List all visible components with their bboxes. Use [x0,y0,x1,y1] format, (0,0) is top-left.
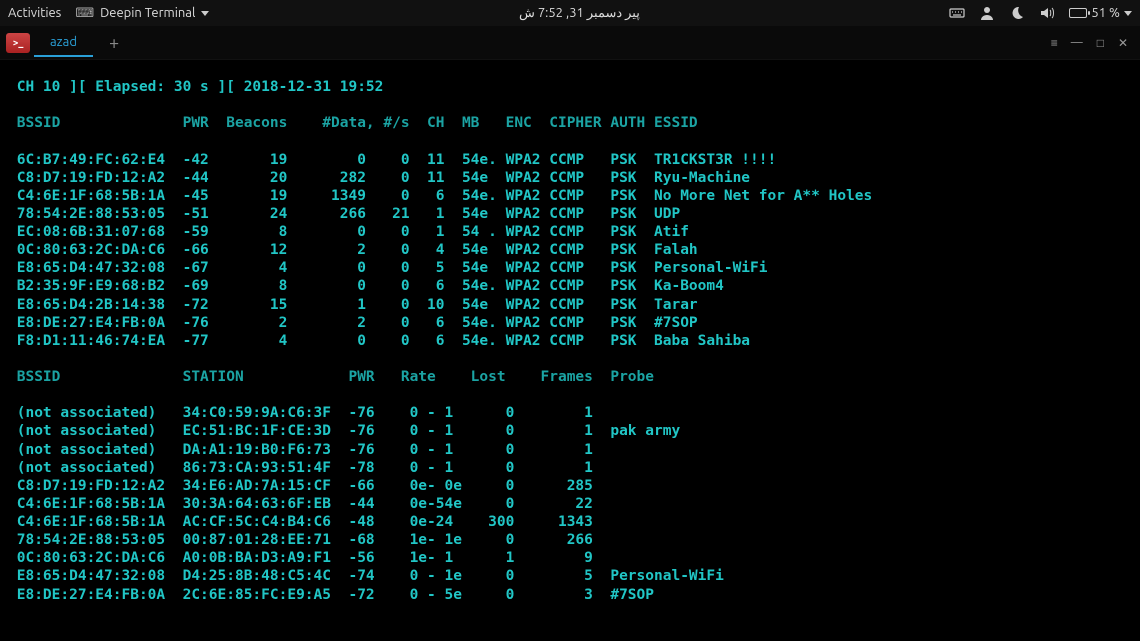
terminal-line: (not associated) 86:73:CA:93:51:4F -78 0… [8,459,1132,477]
terminal-line: CH 10 ][ Elapsed: 30 s ][ 2018-12-31 19:… [8,78,1132,96]
terminal-tabbar: >_ azad + ≡ — □ ✕ [0,26,1140,60]
terminal-output[interactable]: CH 10 ][ Elapsed: 30 s ][ 2018-12-31 19:… [0,60,1140,604]
user-icon[interactable] [979,5,995,21]
terminal-line: 6C:B7:49:FC:62:E4 -42 19 0 0 11 54e. WPA… [8,151,1132,169]
window-minimize-button[interactable]: — [1071,36,1083,49]
terminal-line: 78:54:2E:88:53:05 00:87:01:28:EE:71 -68 … [8,531,1132,549]
terminal-line: 0C:80:63:2C:DA:C6 A0:0B:BA:D3:A9:F1 -56 … [8,549,1132,567]
terminal-line: BSSID STATION PWR Rate Lost Frames Probe [8,368,1132,386]
terminal-line: BSSID PWR Beacons #Data, #/s CH MB ENC C… [8,114,1132,132]
clock-label[interactable]: پیر دسمبر 31, 7:52 ش [519,6,640,21]
terminal-line: 78:54:2E:88:53:05 -51 24 266 21 1 54e WP… [8,205,1132,223]
terminal-line [8,96,1132,114]
night-mode-icon[interactable] [1009,5,1025,21]
terminal-line [8,350,1132,368]
window-close-button[interactable]: ✕ [1118,36,1128,50]
terminal-line: (not associated) DA:A1:19:B0:F6:73 -76 0… [8,441,1132,459]
terminal-line [8,132,1132,150]
battery-icon [1069,8,1087,18]
terminal-line: E8:65:D4:47:32:08 D4:25:8B:48:C5:4C -74 … [8,567,1132,585]
volume-icon[interactable] [1039,5,1055,21]
battery-pct-label: 51 % [1091,6,1120,20]
terminal-line: C4:6E:1F:68:5B:1A 30:3A:64:63:6F:EB -44 … [8,495,1132,513]
terminal-line: (not associated) 34:C0:59:9A:C6:3F -76 0… [8,404,1132,422]
terminal-line: E8:65:D4:2B:14:38 -72 15 1 0 10 54e WPA2… [8,296,1132,314]
terminal-line: E8:DE:27:E4:FB:0A -76 2 2 0 6 54e. WPA2 … [8,314,1132,332]
terminal-line: F8:D1:11:46:74:EA -77 4 0 0 6 54e. WPA2 … [8,332,1132,350]
terminal-line: C4:6E:1F:68:5B:1A -45 19 1349 0 6 54e. W… [8,187,1132,205]
keyboard-layout-icon[interactable] [949,5,965,21]
hamburger-menu-icon[interactable]: ≡ [1051,36,1057,50]
new-tab-button[interactable]: + [97,33,131,53]
terminal-line: C8:D7:19:FD:12:A2 34:E6:AD:7A:15:CF -66 … [8,477,1132,495]
system-topbar: Activities ⌨ Deepin Terminal پیر دسمبر 3… [0,0,1140,26]
chevron-down-icon [201,11,209,16]
terminal-line: 0C:80:63:2C:DA:C6 -66 12 2 0 4 54e WPA2 … [8,241,1132,259]
terminal-line: (not associated) EC:51:BC:1F:CE:3D -76 0… [8,422,1132,440]
terminal-line: EC:08:6B:31:07:68 -59 8 0 0 1 54 . WPA2 … [8,223,1132,241]
app-menu[interactable]: ⌨ Deepin Terminal [75,6,209,21]
activities-button[interactable]: Activities [8,6,61,20]
terminal-app-icon[interactable]: >_ [6,33,30,53]
terminal-line: E8:DE:27:E4:FB:0A 2C:6E:85:FC:E9:A5 -72 … [8,586,1132,604]
tab-azad[interactable]: azad [34,29,93,57]
window-maximize-button[interactable]: □ [1097,36,1104,50]
terminal-line: E8:65:D4:47:32:08 -67 4 0 0 5 54e WPA2 C… [8,259,1132,277]
terminal-line: B2:35:9F:E9:68:B2 -69 8 0 0 6 54e. WPA2 … [8,277,1132,295]
terminal-line: C8:D7:19:FD:12:A2 -44 20 282 0 11 54e WP… [8,169,1132,187]
app-title-label: Deepin Terminal [100,6,195,20]
terminal-line: C4:6E:1F:68:5B:1A AC:CF:5C:C4:B4:C6 -48 … [8,513,1132,531]
terminal-glyph-icon: ⌨ [75,6,94,21]
chevron-down-icon [1124,11,1132,16]
terminal-line [8,386,1132,404]
battery-indicator[interactable]: 51 % [1069,6,1132,20]
